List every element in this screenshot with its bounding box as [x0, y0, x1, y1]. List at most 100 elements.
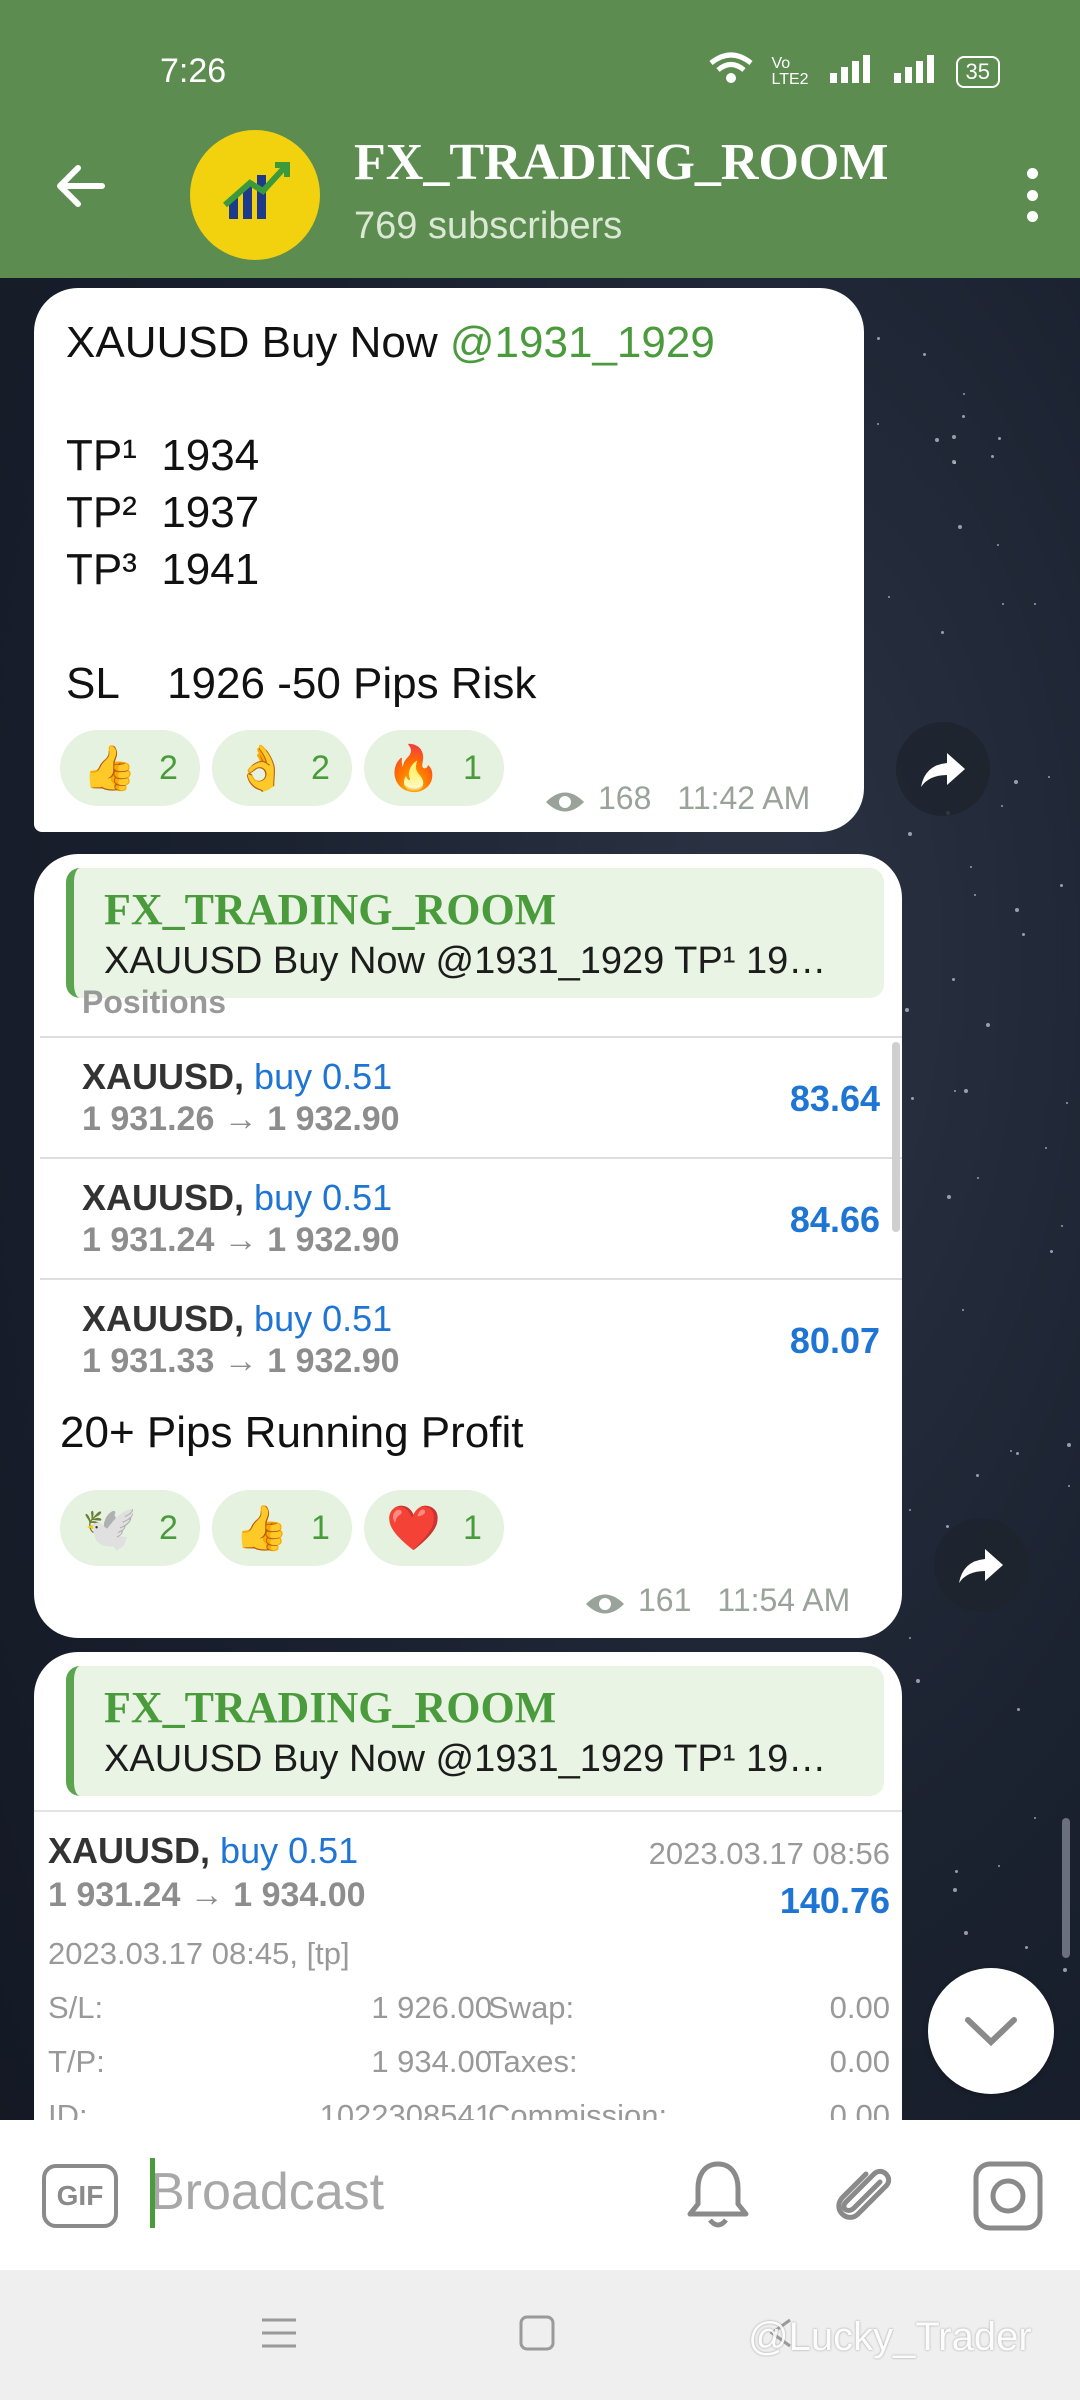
star: [964, 1931, 968, 1935]
star: [947, 1195, 951, 1199]
star: [877, 423, 879, 425]
taxes-label: Taxes:: [488, 2044, 578, 2079]
reaction-thumbs-up[interactable]: 👍 1: [212, 1490, 352, 1566]
taxes-value: 0.00: [829, 2044, 890, 2079]
ok-hand-icon: 👌: [234, 744, 289, 793]
reply-quote[interactable]: FX_TRADING_ROOM XAUUSD Buy Now @1931_192…: [66, 1666, 884, 1796]
reply-preview: XAUUSD Buy Now @1931_1929 TP¹ 19…: [104, 1738, 827, 1780]
heart-icon: ❤️: [386, 1504, 441, 1553]
star: [976, 1474, 979, 1477]
chevron-down-icon: [965, 2017, 1017, 2046]
signal-icon: [828, 53, 874, 90]
message-bubble-1[interactable]: XAUUSD Buy Now @1931_1929 TP¹ 1934 TP² 1…: [34, 288, 864, 832]
star: [909, 1637, 911, 1639]
trade-row: XAUUSD, buy 0.51 1 931.26 → 1 932.90 83.…: [40, 1036, 902, 1156]
status-icons: Vo LTE2 35: [708, 52, 1000, 91]
message-bubble-2[interactable]: FX_TRADING_ROOM XAUUSD Buy Now @1931_192…: [34, 854, 902, 1638]
star: [998, 1865, 1000, 1867]
share-button[interactable]: [896, 722, 990, 816]
star: [1002, 603, 1004, 605]
symbol-text: XAUUSD,: [82, 1298, 245, 1339]
star: [1034, 603, 1036, 605]
recent-apps-icon[interactable]: [260, 2314, 298, 2357]
star: [963, 393, 965, 395]
trade-symbol: XAUUSD, buy 0.51: [82, 1177, 392, 1219]
star: [1010, 1450, 1012, 1452]
trade-symbol: XAUUSD, buy 0.51: [48, 1830, 358, 1872]
reply-quote[interactable]: FX_TRADING_ROOM XAUUSD Buy Now @1931_192…: [66, 868, 884, 998]
tp1-line: TP¹ 1934: [66, 431, 260, 480]
view-count: 161: [638, 1582, 692, 1618]
chat-scrollbar[interactable]: [1062, 1818, 1070, 1958]
thumbs-up-icon: 👍: [82, 744, 137, 793]
trade-prices: 1 931.24 → 1 934.00: [48, 1876, 366, 1914]
camera-icon[interactable]: [972, 2160, 1044, 2237]
swap-value: 0.00: [829, 1990, 890, 2025]
star: [1061, 1225, 1063, 1227]
watermark: @Lucky_Trader: [748, 2315, 1032, 2359]
reaction-count: 1: [462, 748, 482, 787]
reaction-thumbs-up[interactable]: 👍 2: [60, 730, 200, 806]
share-arrow-icon: [959, 1549, 1003, 1583]
tp-value: 1 934.00: [371, 2044, 492, 2079]
star: [1014, 780, 1018, 784]
message-caption: 20+ Pips Running Profit: [60, 1408, 524, 1457]
reaction-fire[interactable]: 🔥 1: [364, 730, 504, 806]
arrow-left-icon: [57, 165, 105, 207]
star: [877, 337, 880, 340]
star: [962, 415, 965, 418]
scroll-down-button[interactable]: [928, 1968, 1054, 2094]
message-bubble-3[interactable]: FX_TRADING_ROOM XAUUSD Buy Now @1931_192…: [34, 1652, 902, 2152]
message-meta: 161 11:54 AM: [584, 1582, 850, 1619]
trade-symbol: XAUUSD, buy 0.51: [82, 1298, 392, 1340]
more-options-button[interactable]: [1012, 160, 1052, 230]
bell-icon[interactable]: [686, 2158, 750, 2235]
panel-scrollbar: [892, 1042, 900, 1232]
reaction-dove[interactable]: 🕊️ 2: [60, 1490, 200, 1566]
symbol-text: XAUUSD,: [82, 1056, 245, 1097]
gif-button[interactable]: GIF: [42, 2164, 118, 2228]
message-time: 11:54 AM: [717, 1582, 851, 1618]
reaction-count: 1: [310, 1508, 330, 1547]
trade-open-info: 2023.03.17 08:45, [tp]: [48, 1936, 350, 1971]
channel-avatar[interactable]: [190, 130, 320, 260]
star: [1063, 1968, 1067, 1972]
star: [1060, 884, 1063, 887]
star: [986, 1023, 990, 1027]
star: [997, 544, 999, 546]
star: [954, 1090, 956, 1092]
star: [962, 1309, 964, 1311]
side-text: buy 0.51: [220, 1830, 359, 1871]
reaction-heart[interactable]: ❤️ 1: [364, 1490, 504, 1566]
back-button[interactable]: [52, 158, 112, 218]
trade-prices: 1 931.24 → 1 932.90: [82, 1221, 400, 1259]
signal-price[interactable]: @1931_1929: [450, 318, 715, 367]
trade-prices: 1 931.26 → 1 932.90: [82, 1100, 400, 1138]
star: [908, 832, 912, 836]
home-icon[interactable]: [518, 2314, 556, 2357]
tp3-line: TP³ 1941: [66, 545, 260, 594]
share-button[interactable]: [934, 1518, 1028, 1612]
attach-icon[interactable]: [828, 2158, 898, 2235]
star: [909, 1509, 911, 1511]
channel-title[interactable]: FX_TRADING_ROOM: [354, 133, 888, 192]
wifi-icon: [708, 52, 754, 91]
star: [1048, 776, 1050, 778]
subscriber-count: 769 subscribers: [354, 205, 623, 247]
battery-icon: 35: [955, 55, 1000, 88]
star: [888, 596, 890, 598]
message-time: 11:42 AM: [677, 780, 811, 816]
reaction-count: 2: [310, 748, 330, 787]
share-arrow-icon: [921, 753, 965, 787]
eye-icon: [544, 786, 586, 812]
trade-profit: 83.64: [789, 1078, 880, 1119]
trade-close-date: 2023.03.17 08:56: [648, 1836, 890, 1871]
reply-preview: XAUUSD Buy Now @1931_1929 TP¹ 19…: [104, 940, 827, 982]
star: [1066, 1102, 1068, 1104]
star: [1017, 1708, 1020, 1711]
star: [1001, 805, 1003, 807]
broadcast-input[interactable]: Broadcast: [150, 2162, 384, 2222]
signal-text: XAUUSD Buy Now: [66, 318, 450, 367]
status-time: 7:26: [160, 52, 227, 90]
reaction-ok-hand[interactable]: 👌 2: [212, 730, 352, 806]
